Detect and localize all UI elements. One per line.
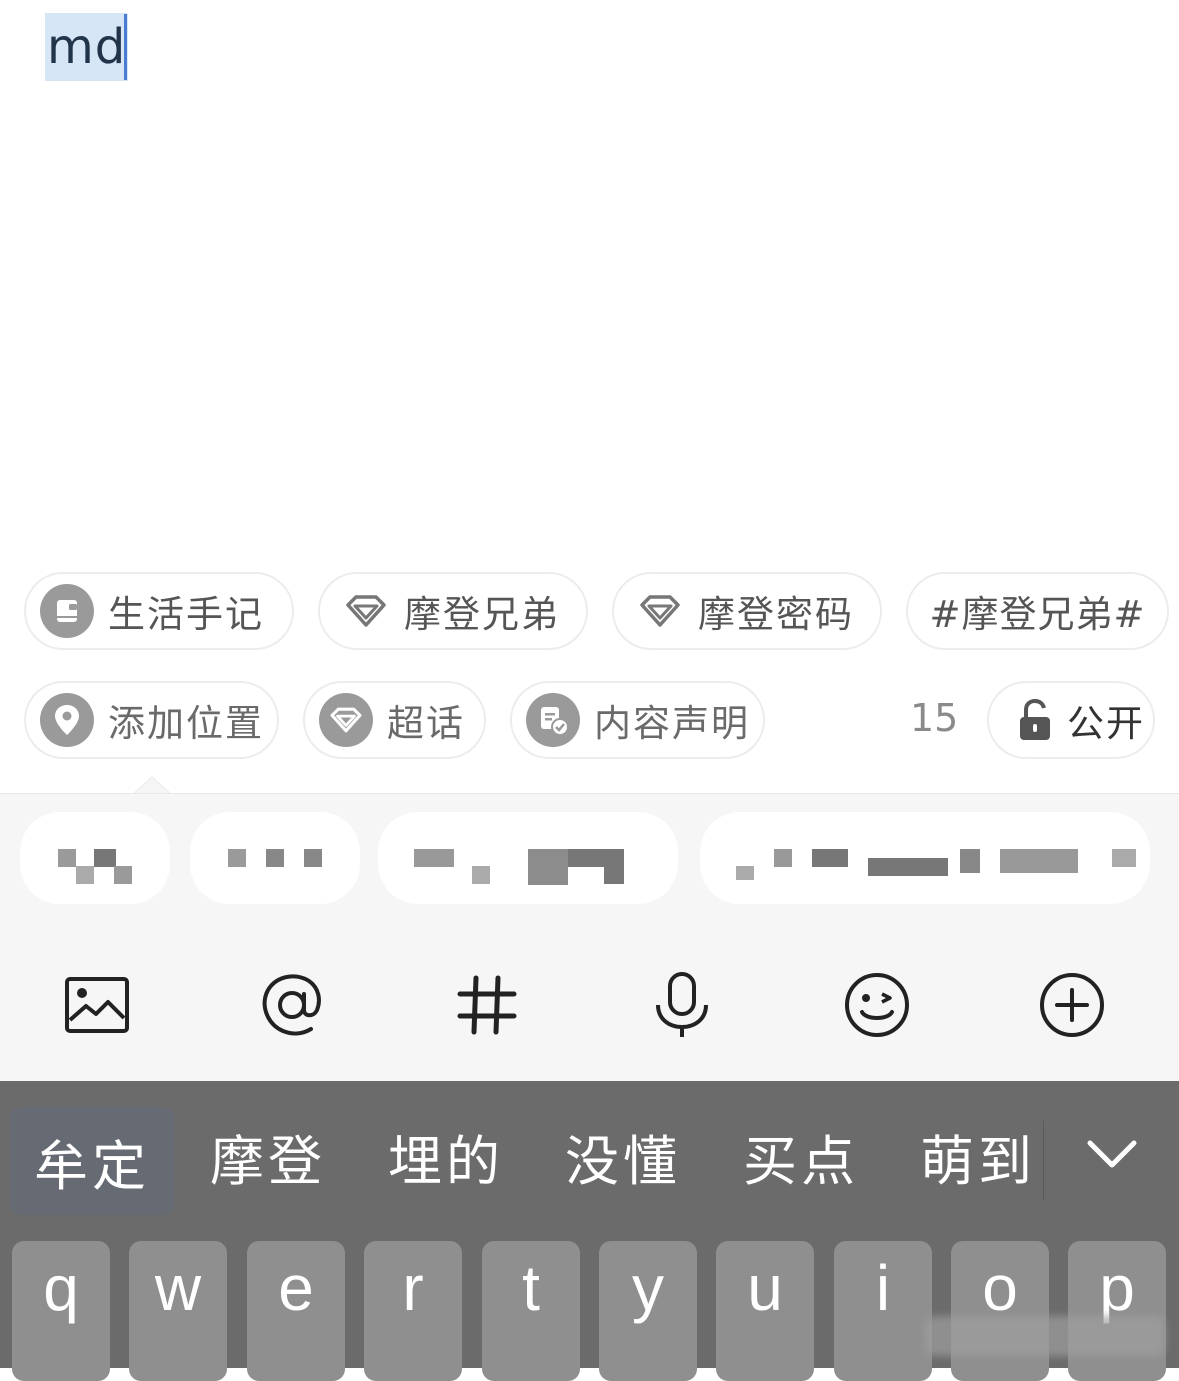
key-w[interactable]: w xyxy=(129,1241,227,1381)
key-e[interactable]: e xyxy=(247,1241,345,1381)
tag-chip-modern-password[interactable]: 摩登密码 xyxy=(612,572,882,650)
hashtag-icon[interactable] xyxy=(449,967,525,1043)
watermark xyxy=(925,1316,1165,1356)
at-icon[interactable] xyxy=(254,967,330,1043)
add-location-label: 添加位置 xyxy=(108,702,264,745)
tag-chip-life-notes[interactable]: 生活手记 xyxy=(24,572,294,650)
key-r[interactable]: r xyxy=(364,1241,462,1381)
add-location-button[interactable]: 添加位置 xyxy=(24,681,279,759)
location-pin-icon xyxy=(40,693,94,747)
popover-arrow xyxy=(132,776,172,795)
key-y[interactable]: y xyxy=(599,1241,697,1381)
diamond-icon xyxy=(636,587,684,635)
unlock-icon xyxy=(1011,696,1059,744)
image-icon[interactable] xyxy=(59,967,135,1043)
chevron-down-icon[interactable] xyxy=(1082,1131,1142,1181)
key-u[interactable]: u xyxy=(716,1241,814,1381)
tag-label: 生活手记 xyxy=(108,593,264,636)
notebook-icon xyxy=(40,584,94,638)
ime-candidate[interactable]: 牟定 xyxy=(10,1107,174,1215)
content-statement-icon xyxy=(526,693,580,747)
key-i[interactable]: i xyxy=(834,1241,932,1381)
super-topic-button[interactable]: 超话 xyxy=(303,681,486,759)
character-count: 15 xyxy=(910,696,959,740)
suggestion-strip xyxy=(0,793,1179,928)
visibility-label: 公开 xyxy=(1067,702,1145,745)
super-topic-label: 超话 xyxy=(387,702,465,745)
tag-label: 摩登密码 xyxy=(698,593,854,636)
tag-chip-hashtag[interactable]: #摩登兄弟# xyxy=(906,572,1169,650)
content-statement-label: 内容声明 xyxy=(594,702,750,745)
key-t[interactable]: t xyxy=(482,1241,580,1381)
tag-label: 摩登兄弟 xyxy=(404,593,560,636)
text-caret xyxy=(124,14,127,80)
plus-icon[interactable] xyxy=(1034,967,1110,1043)
key-q[interactable]: q xyxy=(12,1241,110,1381)
diamond-icon xyxy=(319,693,373,747)
key-o[interactable]: o xyxy=(951,1241,1049,1381)
content-statement-button[interactable]: 内容声明 xyxy=(510,681,765,759)
ime-candidate[interactable]: 萌到 xyxy=(920,1081,1036,1231)
diamond-icon xyxy=(342,587,390,635)
post-editor[interactable]: md xyxy=(0,0,1179,560)
key-p[interactable]: p xyxy=(1068,1241,1166,1381)
tag-label: #摩登兄弟# xyxy=(929,593,1146,636)
tag-chip-modern-brothers[interactable]: 摩登兄弟 xyxy=(318,572,588,650)
emoji-icon[interactable] xyxy=(839,967,915,1043)
composing-text: md xyxy=(45,13,129,81)
visibility-button[interactable]: 公开 xyxy=(987,681,1155,759)
ime-candidate[interactable]: 买点 xyxy=(743,1081,859,1231)
ime-candidate[interactable]: 摩登 xyxy=(210,1081,326,1231)
ime-candidate[interactable]: 埋的 xyxy=(388,1081,504,1231)
candidate-divider xyxy=(1043,1121,1044,1201)
compose-toolbar xyxy=(0,927,1179,1081)
ime-candidate[interactable]: 没懂 xyxy=(565,1081,681,1231)
microphone-icon[interactable] xyxy=(644,967,720,1043)
